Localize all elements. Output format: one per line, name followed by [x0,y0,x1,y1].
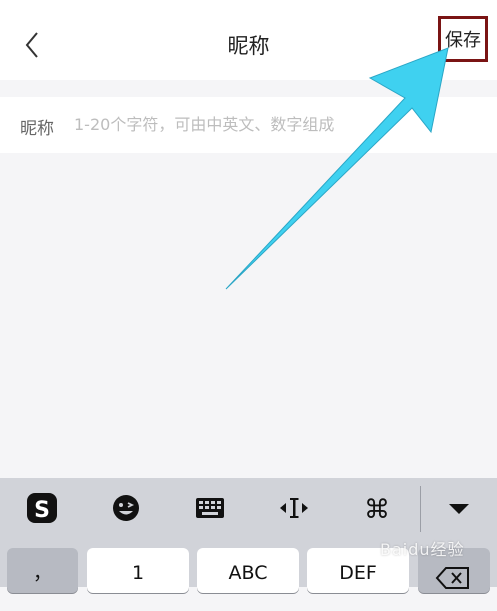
cursor-move-icon [280,498,308,518]
key-comma-label: ， [32,562,52,584]
keyboard-switch-button[interactable] [190,488,230,528]
key-comma[interactable]: ， [7,548,78,593]
command-icon: ⌘ [364,495,390,525]
key-1-label: 1 [131,562,145,584]
key-abc-label: ABC [228,562,268,584]
collapse-keyboard-button[interactable] [439,488,479,528]
key-1[interactable]: 1 [87,548,189,593]
emoji-button[interactable] [106,488,146,528]
keyboard-icon [196,498,224,518]
svg-text:⌘: ⌘ [364,495,390,525]
toolbar-separator [420,486,421,532]
backspace-icon [435,567,469,589]
annotation-arrow [225,47,449,290]
sogou-logo-button[interactable]: S [22,488,62,528]
cursor-move-button[interactable] [274,488,314,528]
collapse-icon [449,504,469,514]
keyboard: S ⌘ ， 1 ABC DEF [0,478,497,593]
command-button[interactable]: ⌘ [357,488,397,528]
baidu-watermark: Baidu经验 [380,540,465,559]
keyboard-toolbar: S ⌘ [0,478,497,540]
svg-text:S: S [34,498,50,523]
key-def-label: DEF [339,562,377,584]
key-abc[interactable]: ABC [197,548,299,593]
emoji-icon [113,495,139,521]
sogou-logo-icon: S [27,493,57,523]
